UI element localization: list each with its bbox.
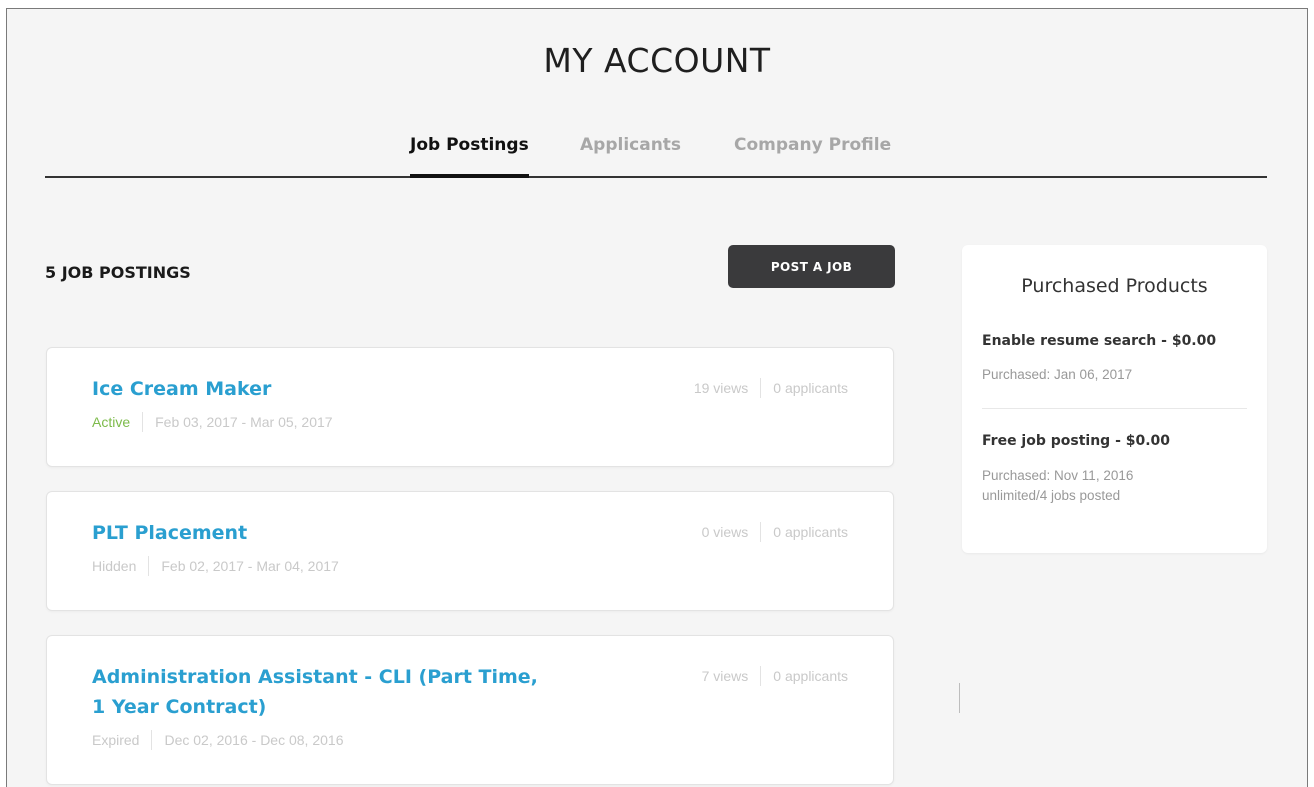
job-dates: Feb 03, 2017 - Mar 05, 2017 — [155, 414, 333, 430]
divider — [959, 683, 960, 713]
job-stats: 0 views 0 applicants — [702, 522, 848, 542]
job-meta: Active Feb 03, 2017 - Mar 05, 2017 — [92, 412, 333, 432]
job-applicants: 0 applicants — [773, 524, 848, 540]
product-name: Enable resume search - $0.00 — [982, 333, 1217, 349]
job-status: Active — [92, 414, 131, 430]
product-purchase-date: Purchased: Jan 06, 2017 — [982, 367, 1133, 382]
divider — [982, 408, 1247, 409]
job-applicants: 0 applicants — [773, 380, 848, 396]
post-a-job-button[interactable]: POST A JOB — [728, 245, 895, 288]
job-title-link[interactable]: Administration Assistant - CLI (Part Tim… — [92, 662, 552, 722]
job-stats: 7 views 0 applicants — [702, 666, 848, 686]
tab-applicants[interactable]: Applicants — [580, 135, 681, 176]
tab-bar: Job Postings Applicants Company Profile — [45, 129, 1267, 178]
job-card: PLT Placement Hidden Feb 02, 2017 - Mar … — [46, 491, 894, 611]
product-usage: unlimited/4 jobs posted — [982, 488, 1121, 503]
divider — [760, 522, 762, 542]
page-title: MY ACCOUNT — [543, 41, 771, 80]
job-title-link[interactable]: Ice Cream Maker — [92, 374, 552, 404]
account-page: MY ACCOUNT Job Postings Applicants Compa… — [6, 8, 1308, 787]
product-purchase-date: Purchased: Nov 11, 2016 — [982, 468, 1134, 483]
job-card: Administration Assistant - CLI (Part Tim… — [46, 635, 894, 785]
panel-title: Purchased Products — [1021, 275, 1208, 297]
job-dates: Feb 02, 2017 - Mar 04, 2017 — [161, 558, 339, 574]
job-views: 0 views — [701, 524, 749, 540]
job-views: 7 views — [701, 668, 749, 684]
divider — [760, 378, 762, 398]
product-name: Free job posting - $0.00 — [982, 433, 1171, 449]
divider — [142, 412, 144, 432]
tab-company-profile[interactable]: Company Profile — [734, 135, 891, 176]
job-status: Expired — [92, 732, 140, 748]
divider — [151, 730, 153, 750]
divider — [760, 666, 762, 686]
divider — [148, 556, 150, 576]
job-title-link[interactable]: PLT Placement — [92, 518, 552, 548]
job-status: Hidden — [92, 558, 137, 574]
job-card: Ice Cream Maker Active Feb 03, 2017 - Ma… — [46, 347, 894, 467]
purchased-products-panel: Purchased Products Enable resume search … — [962, 245, 1267, 553]
job-stats: 19 views 0 applicants — [694, 378, 848, 398]
job-applicants: 0 applicants — [773, 668, 848, 684]
job-meta: Expired Dec 02, 2016 - Dec 08, 2016 — [92, 730, 343, 750]
job-views: 19 views — [693, 380, 749, 396]
tab-job-postings[interactable]: Job Postings — [410, 135, 529, 178]
job-postings-count: 5 JOB POSTINGS — [45, 263, 191, 282]
job-meta: Hidden Feb 02, 2017 - Mar 04, 2017 — [92, 556, 339, 576]
job-dates: Dec 02, 2016 - Dec 08, 2016 — [164, 732, 344, 748]
